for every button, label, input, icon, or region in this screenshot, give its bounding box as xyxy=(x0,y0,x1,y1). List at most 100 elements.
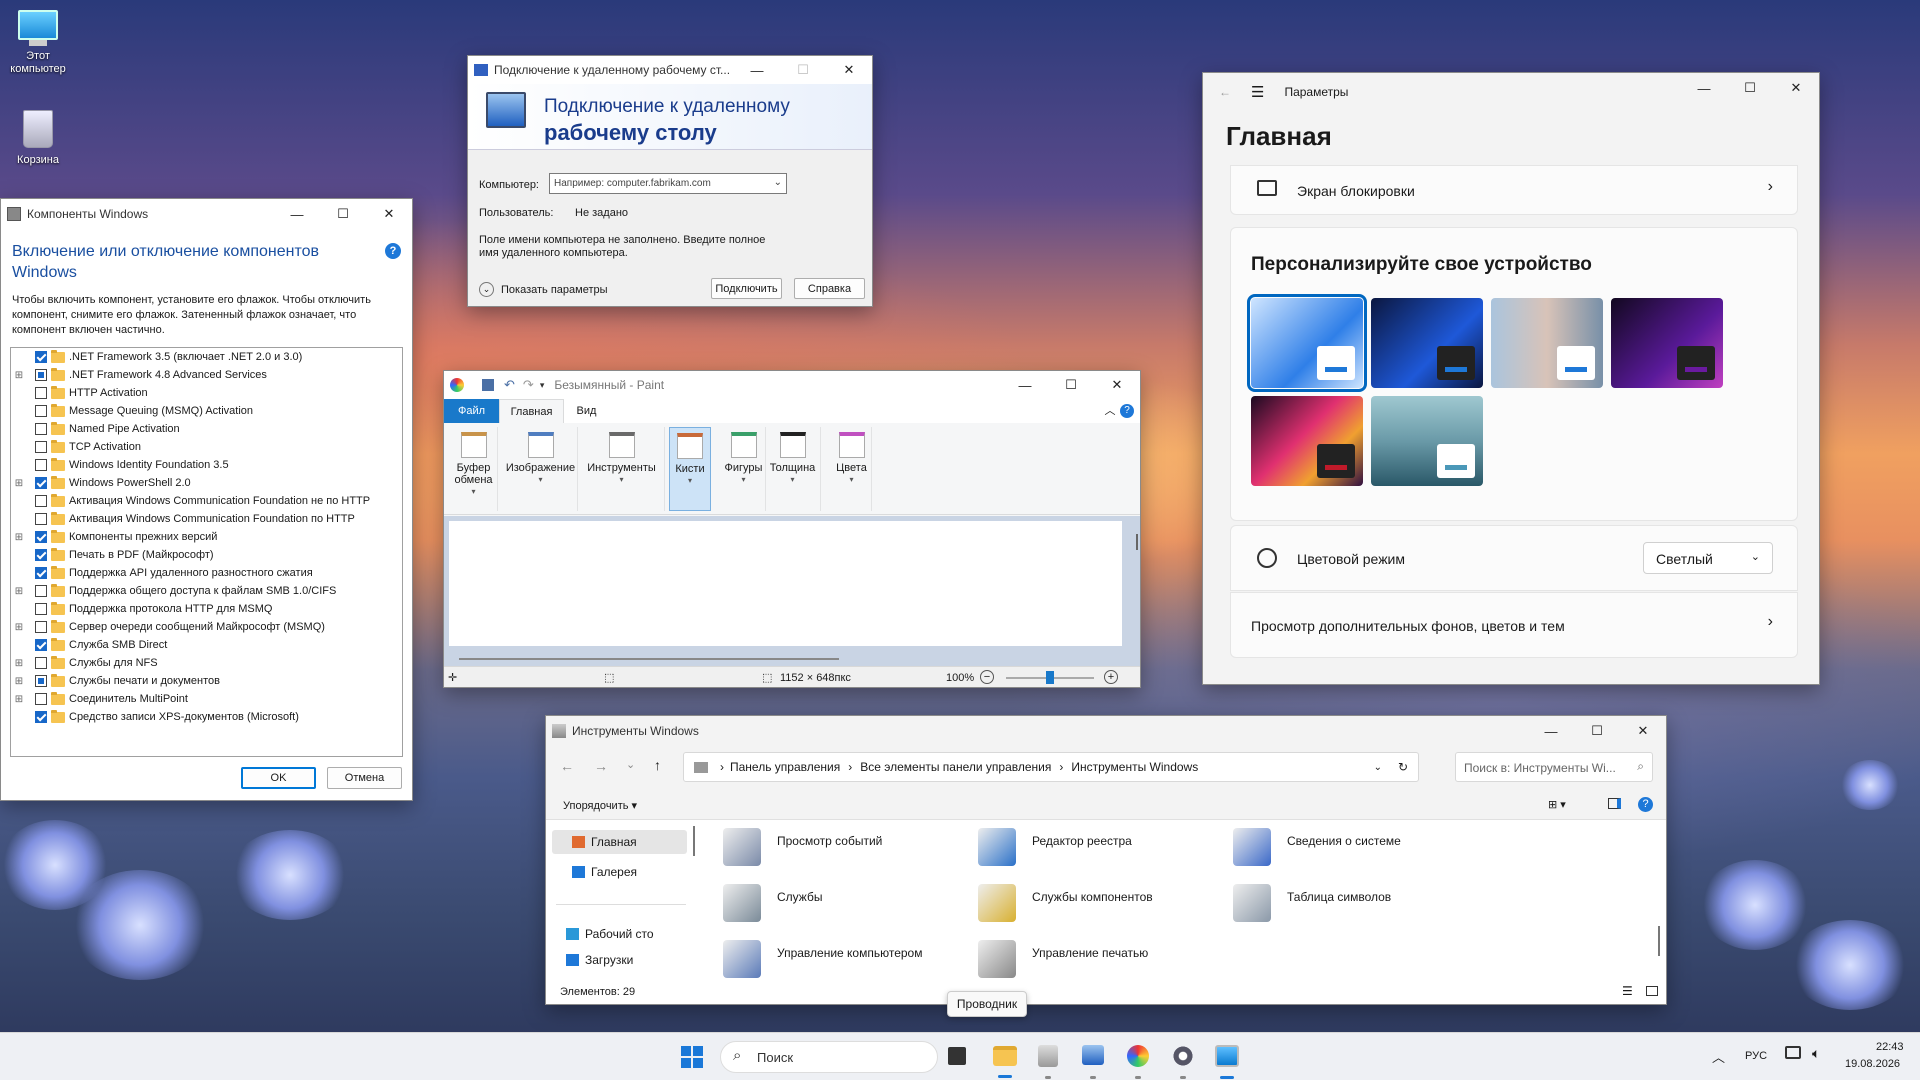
feature-checkbox[interactable] xyxy=(35,513,47,525)
feature-item[interactable]: Message Queuing (MSMQ) Activation xyxy=(11,402,402,420)
items-scrollbar[interactable] xyxy=(1658,926,1660,956)
feature-checkbox[interactable] xyxy=(35,351,47,363)
feature-item[interactable]: TCP Activation xyxy=(11,438,402,456)
organize-button[interactable]: Упорядочить ▾ xyxy=(563,799,637,812)
feature-checkbox[interactable] xyxy=(35,531,47,543)
language-indicator[interactable]: РУС xyxy=(1745,1050,1767,1062)
settings-gear-icon[interactable] xyxy=(1172,1045,1194,1067)
search-input[interactable]: Поиск в: Инструменты Wi... ⌕ xyxy=(1455,752,1653,782)
feature-checkbox[interactable] xyxy=(35,603,47,615)
feature-checkbox[interactable] xyxy=(35,441,47,453)
feature-item[interactable]: ⊞ Поддержка общего доступа к файлам SMB 1… xyxy=(11,582,402,600)
feature-item[interactable]: Печать в PDF (Майкрософт) xyxy=(11,546,402,564)
help-icon[interactable]: ? xyxy=(385,243,401,259)
theme-sunrise[interactable] xyxy=(1371,396,1483,486)
close-button[interactable]: ✕ xyxy=(1094,371,1140,399)
start-button[interactable] xyxy=(681,1046,703,1068)
feature-checkbox[interactable] xyxy=(35,639,47,651)
save-icon[interactable] xyxy=(482,379,494,391)
more-themes-card[interactable]: Просмотр дополнительных фонов, цветов и … xyxy=(1230,592,1798,658)
collapse-ribbon-icon[interactable]: ︿ xyxy=(1100,399,1120,423)
feature-checkbox[interactable] xyxy=(35,369,47,381)
feature-item[interactable]: Поддержка API удаленного разностного сжа… xyxy=(11,564,402,582)
lock-screen-card[interactable]: Экран блокировки › xyxy=(1230,165,1798,215)
ribbon-group-2[interactable]: Изображение ▾ xyxy=(504,427,578,511)
horizontal-scrollbar[interactable] xyxy=(459,658,839,660)
ribbon-group-1[interactable]: Буфер обмена ▾ xyxy=(450,427,498,511)
nav-item[interactable]: Рабочий сто xyxy=(566,922,688,946)
undo-icon[interactable]: ↶ xyxy=(504,377,515,393)
feature-checkbox[interactable] xyxy=(35,585,47,597)
feature-item[interactable]: Средство записи XPS-документов (Microsof… xyxy=(11,708,402,726)
vertical-scrollbar[interactable] xyxy=(1136,534,1138,550)
expand-icon[interactable]: ⊞ xyxy=(11,532,27,543)
maximize-button[interactable]: ☐ xyxy=(1574,716,1620,746)
feature-item[interactable]: Служба SMB Direct xyxy=(11,636,402,654)
feature-checkbox[interactable] xyxy=(35,675,47,687)
feature-item[interactable]: Named Pipe Activation xyxy=(11,420,402,438)
minimize-button[interactable]: — xyxy=(734,56,780,84)
refresh-icon[interactable]: ↻ xyxy=(1398,760,1408,774)
breadcrumb-item[interactable]: Все элементы панели управления xyxy=(860,760,1051,774)
feature-item[interactable]: ⊞ Сервер очереди сообщений Майкрософт (MS… xyxy=(11,618,402,636)
tab-file[interactable]: Файл xyxy=(444,399,499,423)
address-dropdown-icon[interactable]: ⌄ xyxy=(1374,762,1382,773)
details-view-icon[interactable]: ☰ xyxy=(1622,984,1633,998)
taskbar-search[interactable]: ⌕ Поиск xyxy=(720,1041,938,1073)
desktop-icon-recycle-bin[interactable]: Корзина xyxy=(6,108,70,166)
feature-item[interactable]: ⊞ Службы печати и документов xyxy=(11,672,402,690)
feature-item[interactable]: Активация Windows Communication Foundati… xyxy=(11,492,402,510)
feature-item[interactable]: ⊞ Службы для NFS xyxy=(11,654,402,672)
zoom-in-button[interactable]: + xyxy=(1104,670,1118,684)
preview-pane-icon[interactable] xyxy=(1608,798,1621,809)
feature-checkbox[interactable] xyxy=(35,693,47,705)
expand-icon[interactable]: ⊞ xyxy=(11,370,27,381)
computer-combobox[interactable]: Например: computer.fabrikam.com ⌄ xyxy=(549,173,787,194)
breadcrumb-item[interactable]: Инструменты Windows xyxy=(1071,760,1198,774)
zoom-slider[interactable] xyxy=(1006,671,1094,684)
close-button[interactable]: ✕ xyxy=(1620,716,1666,746)
feature-item[interactable]: ⊞ .NET Framework 4.8 Advanced Services xyxy=(11,366,402,384)
volume-icon[interactable]: 🔈︎ xyxy=(1812,1045,1820,1062)
task-view-icon[interactable] xyxy=(948,1047,966,1065)
network-icon[interactable] xyxy=(1785,1046,1801,1059)
tool-item[interactable]: Управление компьютером xyxy=(721,938,961,980)
tool-item[interactable]: Просмотр событий xyxy=(721,826,961,876)
ribbon-group-7[interactable]: Цвета ▾ xyxy=(832,427,872,511)
feature-checkbox[interactable] xyxy=(35,549,47,561)
feature-checkbox[interactable] xyxy=(35,459,47,471)
minimize-button[interactable]: — xyxy=(274,199,320,229)
maximize-button[interactable]: ☐ xyxy=(1048,371,1094,399)
ribbon-group-6[interactable]: Толщина ▾ xyxy=(765,427,821,511)
desktop-icon-this-pc[interactable]: Этот компьютер xyxy=(6,10,70,76)
paint-icon[interactable] xyxy=(1127,1045,1149,1067)
tool-item[interactable]: Редактор реестра xyxy=(976,826,1216,876)
breadcrumb-item[interactable]: Панель управления xyxy=(730,760,840,774)
theme-captured-motion[interactable] xyxy=(1611,298,1723,388)
drawing-canvas[interactable] xyxy=(449,521,1122,646)
feature-checkbox[interactable] xyxy=(35,477,47,489)
zoom-out-button[interactable]: − xyxy=(980,670,994,684)
back-icon[interactable]: ← xyxy=(1219,85,1231,99)
feature-checkbox[interactable] xyxy=(35,567,47,579)
redo-icon[interactable]: ↷ xyxy=(523,377,534,393)
nav-item[interactable]: Главная xyxy=(552,830,687,854)
clock-time[interactable]: 22:43 xyxy=(1876,1041,1904,1053)
help-button[interactable]: Справка xyxy=(794,278,865,299)
feature-checkbox[interactable] xyxy=(35,711,47,723)
feature-checkbox[interactable] xyxy=(35,405,47,417)
expand-icon[interactable]: ⊞ xyxy=(11,478,27,489)
show-options-toggle[interactable]: ⌄ Показать параметры xyxy=(479,282,608,297)
theme-flow[interactable] xyxy=(1251,396,1363,486)
expand-icon[interactable]: ⊞ xyxy=(11,622,27,633)
tool-item[interactable]: Сведения о системе xyxy=(1231,826,1471,876)
theme-glow[interactable] xyxy=(1491,298,1603,388)
minimize-button[interactable]: — xyxy=(1528,716,1574,746)
connect-button[interactable]: Подключить xyxy=(711,278,782,299)
maximize-button[interactable]: ☐ xyxy=(1727,73,1773,103)
ribbon-group-3[interactable]: Инструменты ▾ xyxy=(579,427,665,511)
nav-scrollbar[interactable] xyxy=(693,826,695,856)
expand-icon[interactable]: ⊞ xyxy=(11,658,27,669)
feature-item[interactable]: Активация Windows Communication Foundati… xyxy=(11,510,402,528)
ribbon-group-5[interactable]: Фигуры ▾ xyxy=(722,427,766,511)
